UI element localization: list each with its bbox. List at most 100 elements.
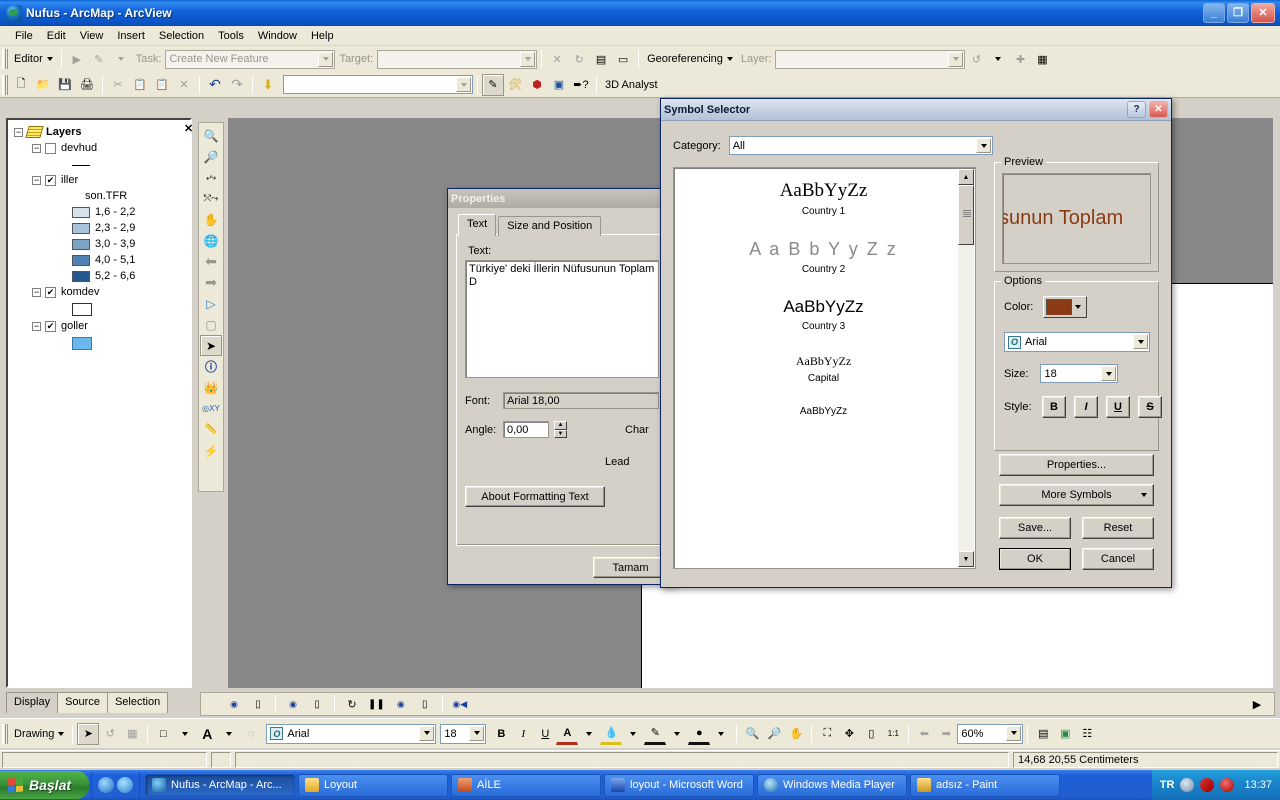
toggle-draft-mode-icon[interactable]: ▤: [1032, 723, 1054, 745]
delete-icon[interactable]: ✕: [173, 74, 195, 96]
first-page-icon[interactable]: ◉: [223, 693, 245, 715]
browser-icon[interactable]: [117, 777, 134, 793]
back-extent-icon[interactable]: ⬅: [200, 251, 222, 272]
font-value[interactable]: Arial 18,00: [503, 392, 659, 409]
start-button[interactable]: Başlat: [0, 771, 90, 799]
symbol-item[interactable]: AaBbYyZz Country 1: [692, 180, 955, 217]
fixed-zoom-out-icon[interactable]: ⤲⤳: [200, 188, 222, 209]
marker-color-icon[interactable]: ●: [688, 723, 711, 745]
toc-class-break[interactable]: 2,3 - 2,9: [10, 220, 188, 236]
close-button[interactable]: ✕: [1251, 3, 1275, 23]
group-icon[interactable]: ▦: [121, 723, 143, 745]
new-document-icon[interactable]: 🗋: [10, 74, 32, 96]
paste-icon[interactable]: 📋: [151, 74, 173, 96]
zoom-whole-page-icon[interactable]: ⛶: [816, 723, 838, 745]
properties-dialog[interactable]: Properties Text Size and Position Text: …: [447, 188, 677, 585]
menu-view[interactable]: View: [73, 28, 111, 44]
menu-edit[interactable]: Edit: [40, 28, 73, 44]
hyperlink-icon[interactable]: ⚡: [200, 440, 222, 461]
page-icon[interactable]: ▯: [306, 693, 328, 715]
color-picker-button[interactable]: [1043, 296, 1088, 318]
focus-data-frame-icon[interactable]: ▣: [1054, 723, 1076, 745]
scroll-right-icon[interactable]: ▶: [1246, 693, 1268, 715]
font-color-icon[interactable]: A: [556, 723, 579, 745]
toc-class-break[interactable]: 3,0 - 3,9: [10, 236, 188, 252]
add-control-points-icon[interactable]: ✚: [1009, 48, 1031, 70]
size-combo[interactable]: 18: [1040, 364, 1119, 383]
task-combo[interactable]: Create New Feature: [165, 49, 336, 69]
toc-class-break[interactable]: 5,2 - 6,6: [10, 268, 188, 284]
category-combo[interactable]: All: [728, 136, 993, 155]
save-button[interactable]: Save...: [999, 517, 1071, 539]
scroll-down-icon[interactable]: ▼: [958, 551, 974, 567]
georef-dropdown-icon[interactable]: [987, 48, 1009, 70]
go-forward-extent-icon[interactable]: ➡: [935, 723, 957, 745]
layer-checkbox-iller[interactable]: [45, 174, 56, 186]
toc-symbol-devhud[interactable]: [10, 156, 188, 172]
editor-menu-button[interactable]: Editor: [10, 53, 57, 65]
menu-window[interactable]: Window: [251, 28, 304, 44]
chevron-down-icon[interactable]: [1006, 725, 1022, 741]
taskbar-item-arcmap[interactable]: Nufus - ArcMap - Arc...: [145, 773, 296, 797]
select-elements-icon[interactable]: ➤: [77, 722, 100, 745]
strikethrough-button[interactable]: S: [1138, 396, 1162, 418]
modelbuilder-icon[interactable]: ⬢: [526, 74, 548, 96]
toc-tab-display[interactable]: Display: [6, 692, 59, 713]
collapse-icon[interactable]: −: [32, 143, 41, 153]
line-color-icon[interactable]: ✎: [644, 723, 667, 745]
chevron-down-icon[interactable]: [1133, 334, 1148, 349]
rotate-element-icon[interactable]: ↺: [99, 723, 121, 745]
arctoolbox-icon[interactable]: 🛠: [504, 74, 526, 96]
clear-selection-icon[interactable]: ▢: [200, 314, 222, 335]
symbol-selector-dialog[interactable]: Symbol Selector ? ✕ Category: All AaBbYy…: [660, 98, 1172, 588]
chevron-down-icon[interactable]: [948, 51, 964, 67]
zoom-page-width-icon[interactable]: ✥: [838, 723, 860, 745]
bold-button[interactable]: B: [1042, 396, 1066, 418]
volume-icon[interactable]: [1180, 778, 1195, 792]
menu-help[interactable]: Help: [304, 28, 341, 44]
find-icon[interactable]: 👑: [200, 377, 222, 398]
pan-page-icon[interactable]: ✋: [785, 723, 807, 745]
text-dropdown-icon[interactable]: [218, 723, 240, 745]
symbol-item[interactable]: AaBbYyZz Country 3: [692, 297, 955, 332]
angle-spinner[interactable]: ▲ ▼: [554, 421, 567, 438]
rotate-tool-icon[interactable]: ↻: [568, 48, 590, 70]
collapse-icon[interactable]: −: [32, 321, 41, 331]
menu-tools[interactable]: Tools: [211, 28, 251, 44]
chevron-down-icon[interactable]: [520, 51, 536, 67]
cancel-button[interactable]: Cancel: [1082, 548, 1154, 570]
toolbar-grip[interactable]: [2, 49, 8, 69]
split-tool-icon[interactable]: ✕: [546, 48, 568, 70]
antivirus-icon[interactable]: [1200, 778, 1215, 792]
georeferencing-menu-button[interactable]: Georeferencing: [643, 53, 737, 65]
help-icon[interactable]: ?: [1127, 101, 1146, 118]
cut-icon[interactable]: ✂: [107, 74, 129, 96]
language-indicator[interactable]: TR: [1160, 779, 1175, 791]
chevron-down-icon[interactable]: [1101, 366, 1117, 381]
pan-icon[interactable]: ✋: [200, 209, 222, 230]
menu-file[interactable]: File: [8, 28, 40, 44]
print-icon[interactable]: 🖨: [76, 74, 98, 96]
menu-selection[interactable]: Selection: [152, 28, 211, 44]
sketch-dropdown-icon[interactable]: [110, 48, 132, 70]
zoom-out-icon[interactable]: 🔎: [200, 146, 222, 167]
zoom-to-selected-icon[interactable]: ▯: [860, 723, 882, 745]
editor-toolbar-icon[interactable]: ✎: [482, 73, 504, 96]
copy-icon[interactable]: 📋: [129, 74, 151, 96]
toc-layer-komdev[interactable]: − komdev: [10, 284, 188, 300]
drawing-menu-button[interactable]: Drawing: [10, 728, 68, 740]
new-marker-icon[interactable]: ◌: [240, 723, 262, 745]
italic-button[interactable]: I: [512, 723, 534, 745]
refresh-icon[interactable]: ↻: [341, 693, 363, 715]
sketch-properties-icon[interactable]: ▭: [612, 48, 634, 70]
chevron-down-icon[interactable]: [419, 725, 435, 741]
close-icon[interactable]: ✕: [1149, 101, 1168, 118]
page-zoom-combo[interactable]: 60%: [957, 723, 1024, 744]
toc-close-icon[interactable]: ✕: [184, 122, 193, 135]
collapse-icon[interactable]: −: [32, 287, 41, 297]
add-data-icon[interactable]: ⬇: [257, 74, 279, 96]
bold-button[interactable]: B: [490, 723, 512, 745]
toc-layer-devhud[interactable]: − devhud: [10, 140, 188, 156]
collapse-icon[interactable]: −: [14, 127, 23, 137]
toc-class-break[interactable]: 4,0 - 5,1: [10, 252, 188, 268]
